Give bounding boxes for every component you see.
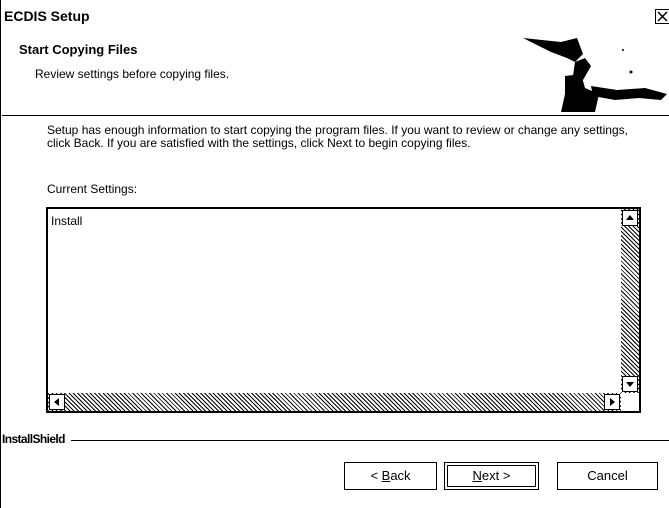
instructions-text: Setup has enough information to start co… xyxy=(47,123,628,150)
arrow-down-icon xyxy=(626,382,634,387)
scroll-right-button[interactable] xyxy=(604,394,620,410)
window-title: ECDIS Setup xyxy=(4,8,90,24)
next-button-focus-border: Next > xyxy=(447,465,536,487)
scroll-left-button[interactable] xyxy=(49,394,65,410)
back-label-rest: ack xyxy=(390,468,411,483)
installshield-setup-graphic-icon xyxy=(523,38,667,112)
settings-text: Install xyxy=(51,214,83,228)
cancel-button[interactable]: Cancel xyxy=(557,462,658,490)
scrollbar-corner xyxy=(621,393,639,411)
setup-dialog: ECDIS Setup Start Copying Files Review s… xyxy=(0,0,669,508)
current-settings-listbox[interactable]: Install xyxy=(46,207,641,413)
next-button[interactable]: Next > xyxy=(444,462,539,490)
installshield-divider xyxy=(2,440,669,441)
arrow-up-icon xyxy=(626,215,634,220)
arrow-left-icon xyxy=(54,398,59,406)
installshield-brand: InstallShield xyxy=(2,432,71,446)
header-divider xyxy=(2,115,669,116)
back-prefix: < xyxy=(370,468,382,483)
current-settings-label: Current Settings: xyxy=(47,182,138,196)
close-button[interactable] xyxy=(655,9,669,24)
next-mnemonic: N xyxy=(472,468,482,483)
scroll-up-button[interactable] xyxy=(622,210,638,226)
page-title: Start Copying Files xyxy=(19,42,138,57)
vertical-scrollbar[interactable] xyxy=(621,209,639,393)
close-icon xyxy=(657,11,668,22)
back-button[interactable]: < Back xyxy=(344,462,437,490)
next-label-rest: ext > xyxy=(481,468,511,483)
arrow-right-icon xyxy=(610,398,615,406)
title-bar: ECDIS Setup xyxy=(2,0,669,30)
scroll-down-button[interactable] xyxy=(622,376,638,392)
horizontal-scrollbar[interactable] xyxy=(48,393,621,411)
page-subtitle: Review settings before copying files. xyxy=(35,67,230,81)
